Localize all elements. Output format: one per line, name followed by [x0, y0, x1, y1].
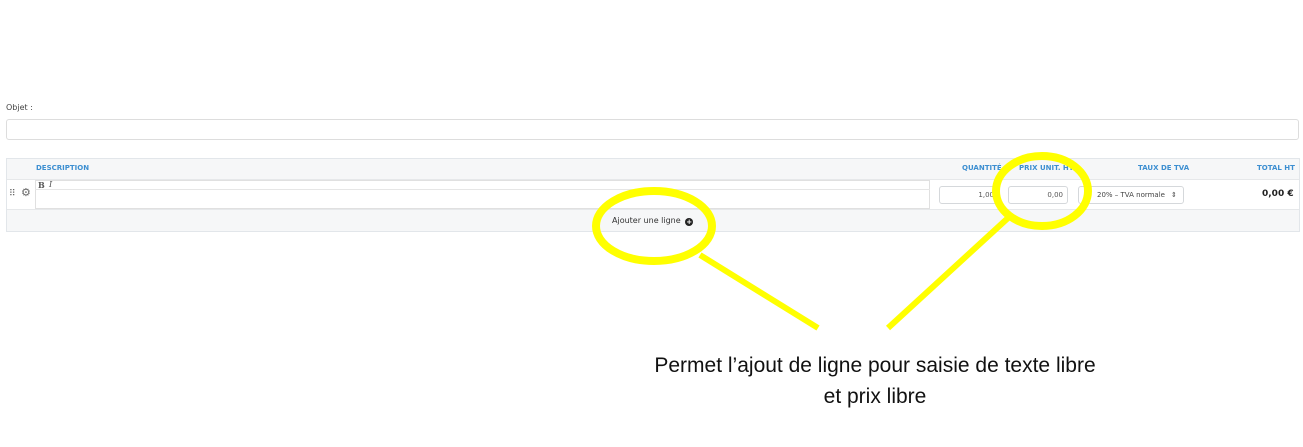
pointer-line-unit-price: [885, 215, 1011, 331]
highlight-ring-unit-price: [992, 152, 1092, 230]
caption-line-1: Permet l’ajout de ligne pour saisie de t…: [654, 354, 1096, 377]
pointer-line-add-line: [698, 252, 820, 331]
caption-line-2: et prix libre: [823, 385, 927, 408]
highlight-ring-add-line: [592, 187, 716, 265]
annotation-caption: Permet l’ajout de ligne pour saisie de t…: [600, 350, 1150, 412]
